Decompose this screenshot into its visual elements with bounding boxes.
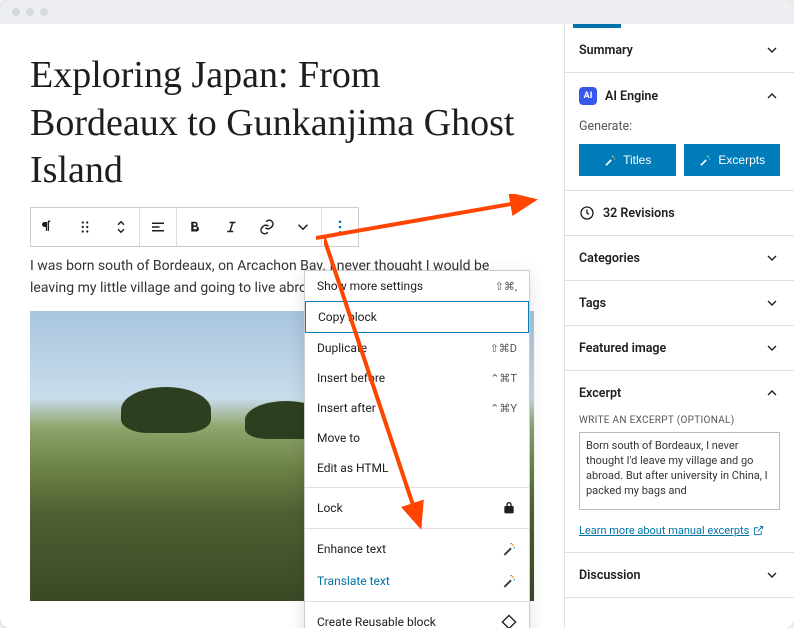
- button-label: Titles: [623, 153, 651, 167]
- paragraph-icon[interactable]: [31, 208, 67, 246]
- menu-label: Insert after: [317, 401, 376, 415]
- panel-title: Excerpt: [579, 386, 621, 401]
- menu-move-to[interactable]: Move to: [305, 423, 529, 453]
- bold-icon[interactable]: [177, 208, 213, 246]
- browser-title-bar: [0, 0, 794, 24]
- menu-label: Copy block: [318, 310, 377, 324]
- menu-label: Create Reusable block: [317, 615, 436, 628]
- italic-icon[interactable]: [213, 208, 249, 246]
- menu-duplicate[interactable]: Duplicate ⇧⌘D: [305, 333, 529, 363]
- menu-edit-html[interactable]: Edit as HTML: [305, 453, 529, 483]
- menu-label: Show more settings: [317, 279, 423, 293]
- panel-title: AI Engine: [605, 89, 658, 104]
- block-options-menu: Show more settings ⇧⌘, Copy block Duplica…: [304, 270, 530, 628]
- excerpt-help-link[interactable]: Learn more about manual excerpts: [579, 524, 764, 537]
- panel-title: Discussion: [579, 568, 640, 583]
- divider: [305, 601, 529, 602]
- menu-label: Move to: [317, 431, 360, 445]
- panel-title: Tags: [579, 296, 606, 311]
- move-updown-icon[interactable]: [103, 208, 139, 246]
- panel-title: 32 Revisions: [603, 206, 675, 221]
- menu-label: Lock: [317, 501, 343, 515]
- app-layout: Exploring Japan: From Bordeaux to Gunkan…: [0, 24, 794, 628]
- menu-lock[interactable]: Lock: [305, 492, 529, 524]
- menu-label: Insert before: [317, 371, 385, 385]
- generate-excerpts-button[interactable]: Excerpts: [684, 144, 781, 176]
- history-icon: [579, 205, 595, 221]
- panel-title: Summary: [579, 43, 633, 58]
- settings-sidebar: Summary AI AI Engine Generate: Titles Exc…: [564, 24, 794, 628]
- panel-tags[interactable]: Tags: [565, 281, 794, 325]
- chevron-down-icon: [764, 295, 780, 311]
- panel-title: Categories: [579, 251, 640, 266]
- chevron-up-icon: [764, 385, 780, 401]
- kbd-shortcut: ⇧⌘D: [490, 342, 517, 355]
- menu-label: Edit as HTML: [317, 461, 388, 475]
- panel-categories[interactable]: Categories: [565, 236, 794, 280]
- wand-icon: [603, 153, 617, 167]
- align-icon[interactable]: [140, 208, 176, 246]
- menu-insert-after[interactable]: Insert after ⌃⌘Y: [305, 393, 529, 423]
- kbd-shortcut: ⇧⌘,: [495, 280, 517, 293]
- menu-translate-text[interactable]: Translate text: [305, 565, 529, 597]
- link-label: Learn more about manual excerpts: [579, 524, 749, 537]
- excerpt-label: Write an excerpt (optional): [579, 415, 780, 426]
- divider: [305, 528, 529, 529]
- window-dot: [26, 8, 34, 16]
- link-icon[interactable]: [249, 208, 285, 246]
- menu-enhance-text[interactable]: Enhance text: [305, 533, 529, 565]
- lock-icon: [501, 500, 517, 516]
- wand-icon: [698, 153, 712, 167]
- wand-icon: [501, 573, 517, 589]
- ai-icon: AI: [579, 87, 597, 105]
- menu-label: Translate text: [317, 574, 390, 588]
- chevron-up-icon: [764, 88, 780, 104]
- post-title[interactable]: Exploring Japan: From Bordeaux to Gunkan…: [30, 52, 534, 195]
- menu-label: Enhance text: [317, 542, 386, 556]
- panel-ai-engine[interactable]: AI AI Engine: [565, 73, 794, 119]
- panel-featured-image[interactable]: Featured image: [565, 326, 794, 370]
- chevron-down-icon: [764, 340, 780, 356]
- panel-excerpt[interactable]: Excerpt: [565, 371, 794, 415]
- chevron-down-icon: [764, 567, 780, 583]
- reusable-icon: [501, 614, 517, 628]
- drag-handle-icon[interactable]: [67, 208, 103, 246]
- excerpt-textarea[interactable]: [579, 432, 780, 510]
- generate-label: Generate:: [579, 119, 780, 134]
- kbd-shortcut: ⌃⌘Y: [490, 402, 517, 415]
- panel-title: Featured image: [579, 341, 666, 356]
- editor-canvas: Exploring Japan: From Bordeaux to Gunkan…: [0, 24, 564, 628]
- more-options-icon[interactable]: [322, 208, 358, 246]
- block-toolbar: [30, 207, 359, 247]
- active-tab-indicator: [573, 24, 621, 28]
- window-dot: [40, 8, 48, 16]
- chevron-down-icon: [764, 250, 780, 266]
- chevron-down-icon: [764, 42, 780, 58]
- generate-titles-button[interactable]: Titles: [579, 144, 676, 176]
- button-label: Excerpts: [718, 153, 765, 167]
- menu-copy-block[interactable]: Copy block: [305, 301, 529, 333]
- panel-summary[interactable]: Summary: [565, 28, 794, 72]
- menu-label: Duplicate: [317, 341, 367, 355]
- panel-revisions[interactable]: 32 Revisions: [565, 191, 794, 235]
- menu-show-more-settings[interactable]: Show more settings ⇧⌘,: [305, 271, 529, 301]
- kbd-shortcut: ⌃⌘T: [490, 372, 517, 385]
- panel-discussion[interactable]: Discussion: [565, 553, 794, 597]
- divider: [305, 487, 529, 488]
- wand-icon: [501, 541, 517, 557]
- browser-window: Exploring Japan: From Bordeaux to Gunkan…: [0, 0, 794, 628]
- menu-create-reusable[interactable]: Create Reusable block: [305, 606, 529, 628]
- menu-insert-before[interactable]: Insert before ⌃⌘T: [305, 363, 529, 393]
- chevron-down-icon[interactable]: [285, 208, 321, 246]
- external-link-icon: [753, 525, 764, 536]
- window-dot: [12, 8, 20, 16]
